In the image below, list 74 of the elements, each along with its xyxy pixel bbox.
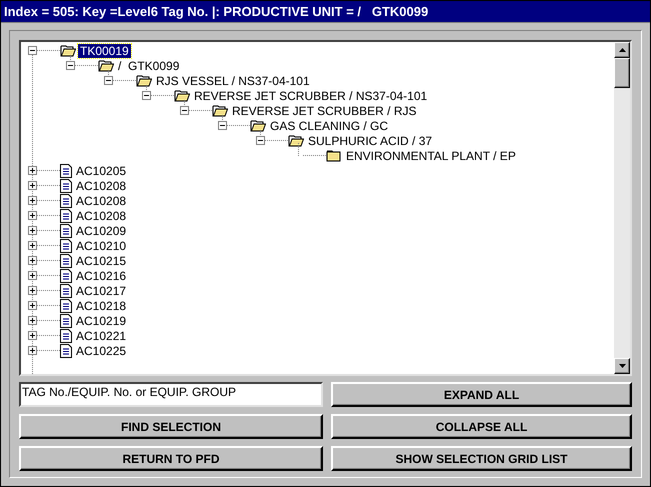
expand-toggle[interactable]: [28, 286, 37, 295]
open-folder-icon: [212, 104, 228, 117]
open-folder-icon: [288, 134, 304, 147]
expand-toggle[interactable]: [28, 301, 37, 310]
collapse-all-button[interactable]: COLLAPSE ALL: [331, 414, 632, 439]
document-icon: [60, 164, 72, 178]
document-icon: [60, 298, 72, 312]
tree-item[interactable]: AC10217: [74, 284, 128, 298]
document-icon: [60, 344, 72, 358]
search-field[interactable]: TAG No./EQUIP. No. or EQUIP. GROUP: [19, 382, 323, 407]
tree-item[interactable]: / GTK0099: [116, 58, 182, 72]
return-to-pfd-button[interactable]: RETURN TO PFD: [19, 446, 323, 471]
open-folder-icon: [136, 74, 152, 87]
tree-item[interactable]: REVERSE JET SCRUBBER / NS37-04-101: [192, 88, 430, 102]
tree-item[interactable]: AC10215: [74, 254, 128, 268]
expand-toggle[interactable]: [28, 316, 37, 325]
document-icon: [60, 178, 72, 192]
tree-item[interactable]: AC10225: [74, 344, 128, 358]
collapse-toggle[interactable]: [66, 61, 75, 70]
down-arrow-icon: [618, 364, 626, 368]
expand-toggle[interactable]: [28, 256, 37, 265]
document-icon: [60, 268, 72, 282]
tree-item[interactable]: AC10221: [74, 328, 128, 342]
tree-item[interactable]: AC10208: [74, 194, 128, 208]
collapse-toggle[interactable]: [180, 106, 189, 115]
expand-toggle[interactable]: [28, 346, 37, 355]
tree-item[interactable]: TK00019: [78, 44, 131, 58]
tree-item[interactable]: SULPHURIC ACID / 37: [306, 134, 434, 148]
expand-toggle[interactable]: [28, 166, 37, 175]
document-icon: [60, 328, 72, 342]
collapse-toggle[interactable]: [142, 91, 151, 100]
scroll-thumb[interactable]: [614, 58, 630, 88]
document-icon: [60, 314, 72, 328]
document-icon: [60, 208, 72, 222]
expand-toggle[interactable]: [28, 196, 37, 205]
up-arrow-icon: [618, 48, 626, 52]
tree-item[interactable]: AC10205: [74, 164, 128, 178]
open-folder-icon: [174, 89, 190, 102]
tree-item[interactable]: RJS VESSEL / NS37-04-101: [154, 74, 312, 88]
folder-icon: [326, 149, 342, 162]
title-bar: Index = 505: Key =Level6 Tag No. |: PRODUCTIVE UNIT = / GTK0099: [1, 1, 650, 23]
show-selection-grid-list-button[interactable]: SHOW SELECTION GRID LIST: [331, 446, 632, 471]
expand-toggle[interactable]: [28, 211, 37, 220]
document-icon: [60, 254, 72, 268]
open-folder-icon: [60, 44, 76, 57]
expand-toggle[interactable]: [28, 181, 37, 190]
document-icon: [60, 238, 72, 252]
tree-item[interactable]: AC10208: [74, 178, 128, 192]
expand-toggle[interactable]: [28, 271, 37, 280]
open-folder-icon: [250, 119, 266, 132]
document-icon: [60, 194, 72, 208]
document-icon: [60, 224, 72, 238]
collapse-toggle[interactable]: [104, 76, 113, 85]
tree-item[interactable]: AC10209: [74, 224, 128, 238]
expand-toggle[interactable]: [28, 241, 37, 250]
tree-item[interactable]: AC10219: [74, 314, 128, 328]
collapse-toggle[interactable]: [218, 121, 227, 130]
scroll-down-button[interactable]: [614, 358, 630, 374]
find-selection-button[interactable]: FIND SELECTION: [19, 414, 323, 439]
collapse-toggle[interactable]: [256, 136, 265, 145]
expand-toggle[interactable]: [28, 226, 37, 235]
scroll-up-button[interactable]: [614, 42, 630, 58]
open-folder-icon: [98, 59, 114, 72]
tree-item[interactable]: AC10210: [74, 238, 128, 252]
tree-item[interactable]: AC10208: [74, 208, 128, 222]
document-icon: [60, 284, 72, 298]
expand-all-button[interactable]: EXPAND ALL: [331, 382, 632, 407]
tree-item[interactable]: AC10216: [74, 268, 128, 282]
tree-item[interactable]: AC10218: [74, 298, 128, 312]
tree-item[interactable]: ENVIRONMENTAL PLANT / EP: [344, 148, 518, 162]
expand-toggle[interactable]: [28, 331, 37, 340]
tree-item[interactable]: REVERSE JET SCRUBBER / RJS: [230, 104, 418, 118]
tree-item[interactable]: GAS CLEANING / GC: [268, 118, 390, 132]
collapse-toggle[interactable]: [28, 46, 37, 55]
